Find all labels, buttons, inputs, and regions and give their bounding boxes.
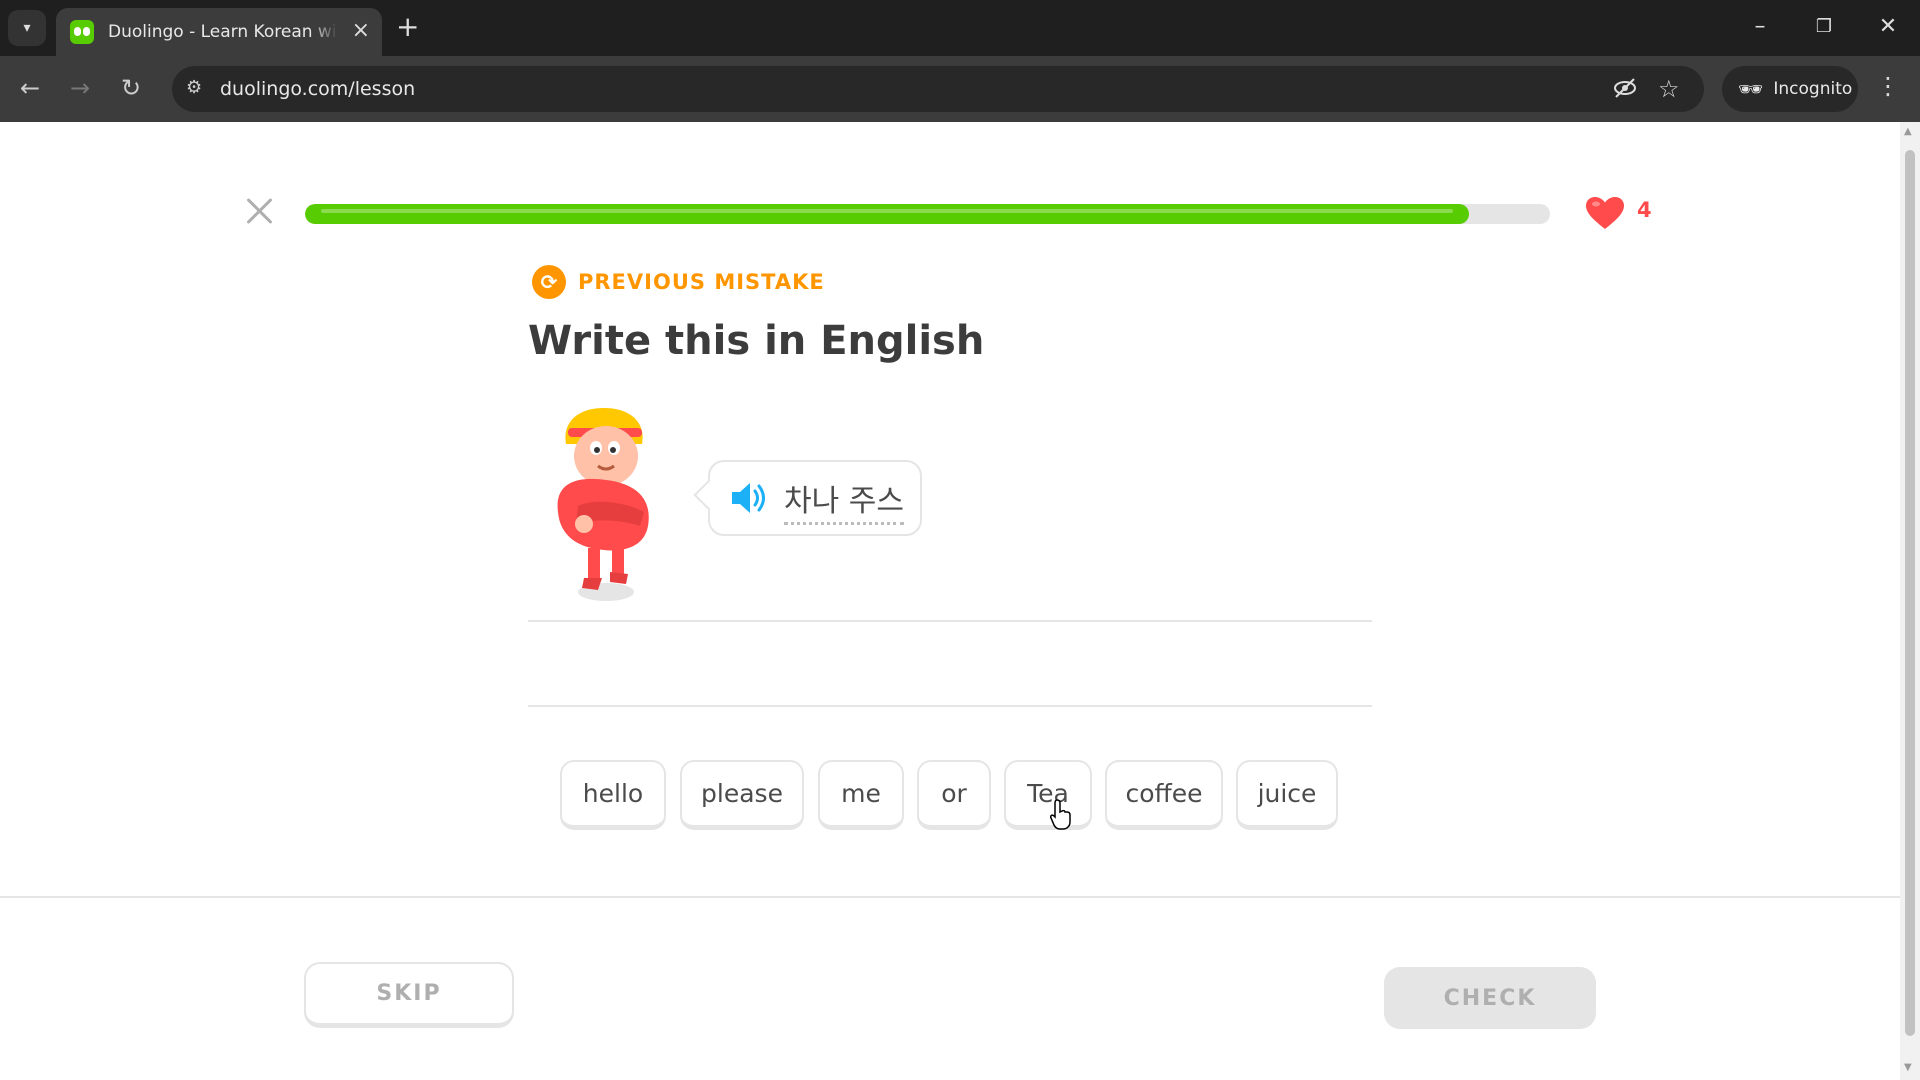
reload-icon[interactable]: ↻	[113, 73, 149, 103]
character-illustration	[557, 408, 649, 601]
close-window-icon[interactable]: ✕	[1868, 12, 1908, 42]
heart-icon	[1586, 197, 1624, 229]
new-tab-icon[interactable]: +	[396, 12, 419, 42]
restore-icon[interactable]: ❐	[1804, 12, 1844, 42]
previous-mistake-label: PREVIOUS MISTAKE	[578, 270, 825, 294]
back-icon[interactable]: ←	[12, 73, 48, 103]
footer-divider	[0, 896, 1900, 898]
close-lesson-icon[interactable]	[244, 196, 274, 226]
scroll-thumb[interactable]	[1905, 150, 1915, 1036]
browser-toolbar: ← → ↻ ⚙ duolingo.com/lesson ☆ 🕶 Incognit…	[0, 56, 1920, 122]
word-tile-or[interactable]: or	[917, 760, 991, 830]
word-tile-juice[interactable]: juice	[1236, 760, 1338, 830]
word-tile-me[interactable]: me	[818, 760, 904, 830]
lesson-progress-bar	[305, 204, 1550, 224]
url-text[interactable]: duolingo.com/lesson	[220, 78, 415, 100]
answer-line-1	[528, 620, 1372, 622]
minimize-icon[interactable]: –	[1740, 12, 1780, 42]
eye-off-icon[interactable]	[1612, 75, 1638, 107]
tab-title: Duolingo - Learn Korean with lessons	[108, 22, 338, 42]
incognito-indicator[interactable]: 🕶 Incognito	[1722, 66, 1858, 112]
word-tile-hello[interactable]: hello	[560, 760, 666, 830]
incognito-label: Incognito	[1773, 79, 1853, 99]
address-bar[interactable]: ⚙ duolingo.com/lesson ☆	[172, 66, 1704, 112]
scroll-down-icon[interactable]: ▼	[1904, 1062, 1912, 1073]
lesson-page: 4 ⟳ PREVIOUS MISTAKE Write this in Engli…	[0, 122, 1920, 1080]
progress-fill	[305, 204, 1470, 224]
korean-prompt-text[interactable]: 차나 주스	[784, 476, 904, 525]
browser-tab-bar: ▾ Duolingo - Learn Korean with lessons ×…	[0, 0, 1920, 56]
forward-icon[interactable]: →	[62, 73, 98, 103]
site-info-icon[interactable]: ⚙	[186, 77, 202, 98]
skip-button[interactable]: SKIP	[304, 962, 514, 1028]
word-tile-please[interactable]: please	[680, 760, 804, 830]
incognito-icon: 🕶	[1738, 77, 1764, 101]
hearts-count: 4	[1637, 198, 1652, 222]
hand-cursor-icon	[1050, 799, 1071, 830]
word-tile-tea[interactable]: Tea	[1004, 760, 1092, 830]
check-button[interactable]: CHECK	[1384, 967, 1596, 1029]
page-scrollbar[interactable]: ▲ ▼	[1900, 122, 1920, 1080]
close-tab-icon[interactable]: ×	[352, 20, 370, 42]
answer-line-2	[528, 705, 1372, 707]
speaker-icon[interactable]	[730, 480, 770, 516]
menu-icon[interactable]: ⋮	[1876, 72, 1900, 100]
bookmark-star-icon[interactable]: ☆	[1658, 75, 1680, 103]
browser-tab[interactable]: Duolingo - Learn Korean with lessons ×	[56, 8, 382, 56]
speech-bubble: 차나 주스	[708, 460, 922, 536]
challenge-title: Write this in English	[528, 318, 985, 364]
tab-search-icon[interactable]: ▾	[8, 10, 46, 46]
previous-mistake-tag: ⟳ PREVIOUS MISTAKE	[532, 265, 825, 299]
duolingo-favicon	[70, 20, 94, 44]
word-tile-coffee[interactable]: coffee	[1105, 760, 1223, 830]
refresh-icon: ⟳	[532, 265, 566, 299]
scroll-up-icon[interactable]: ▲	[1904, 126, 1912, 137]
